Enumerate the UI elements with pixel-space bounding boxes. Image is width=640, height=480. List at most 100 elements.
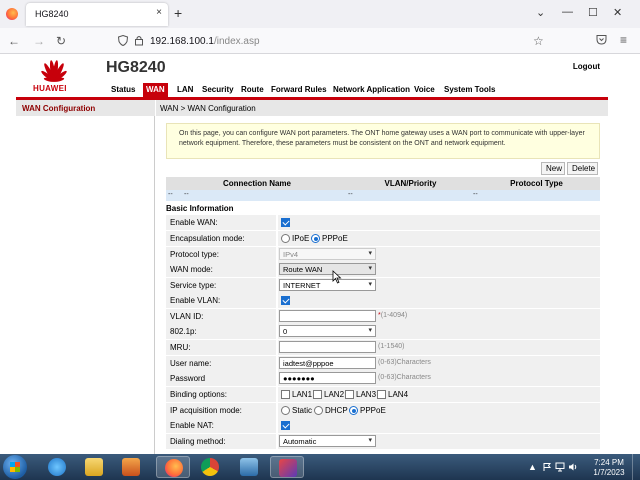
form-row-8021p: 802.1p: 0 ▾: [166, 324, 600, 340]
enable-nat-checkbox[interactable]: [281, 421, 290, 430]
menu-route[interactable]: Route: [238, 83, 267, 97]
delete-button[interactable]: Delete: [567, 162, 598, 175]
enable-wan-label: Enable WAN:: [166, 215, 276, 230]
breadcrumb: WAN > WAN Configuration: [156, 100, 608, 116]
lan1-label: LAN1: [292, 390, 313, 399]
protocol-type-label: Protocol type:: [166, 247, 276, 262]
static-radio[interactable]: [281, 406, 290, 415]
media-player-icon: [122, 458, 140, 476]
start-button[interactable]: [3, 455, 27, 479]
pppoe-label: PPPoE: [322, 234, 348, 243]
password-label: Password: [166, 371, 276, 386]
maximize-icon[interactable]: ☐: [588, 6, 598, 19]
new-tab-button[interactable]: +: [174, 5, 182, 21]
url-path: /index.asp: [213, 36, 260, 47]
protocol-type-select[interactable]: IPv4 ▾: [279, 248, 376, 260]
reload-icon[interactable]: ↻: [56, 34, 66, 48]
user-name-input[interactable]: iadtest@pppoe: [279, 357, 376, 369]
menu-wan[interactable]: WAN: [143, 83, 168, 97]
form-row-enable-nat: Enable NAT:: [166, 418, 600, 434]
brand-name: HUAWEI: [33, 84, 67, 93]
table-row[interactable]: -- -- -- --: [166, 190, 600, 201]
sidebar-item-wan-configuration[interactable]: WAN Configuration: [16, 100, 155, 116]
enable-wan-checkbox[interactable]: [281, 218, 290, 227]
clock[interactable]: 7:24 PM 1/7/2023: [589, 458, 629, 478]
dhcp-radio[interactable]: [314, 406, 323, 415]
lan4-checkbox[interactable]: [377, 390, 386, 399]
back-icon[interactable]: ←: [8, 34, 20, 48]
menu-forward-rules[interactable]: Forward Rules: [268, 83, 330, 97]
taskbar: ▲ 7:24 PM 1/7/2023: [0, 454, 640, 480]
taskbar-chrome[interactable]: [193, 456, 227, 478]
wan-mode-select[interactable]: Route WAN ▾: [279, 263, 376, 275]
taskbar-screen-recorder[interactable]: [270, 456, 304, 478]
ipoe-label: IPoE: [292, 234, 310, 243]
browser-tabbar: HG8240 × + ⌄ — ☐ ✕: [0, 0, 640, 28]
tray-expand-icon[interactable]: ▲: [528, 462, 537, 472]
taskbar-firefox[interactable]: [156, 456, 190, 478]
form-row-protocol-type: Protocol type: IPv4 ▾: [166, 247, 600, 263]
network-icon[interactable]: [555, 462, 565, 472]
dialing-select[interactable]: Automatic ▾: [279, 435, 376, 447]
lock-icon[interactable]: [134, 35, 144, 46]
menu-system-tools[interactable]: System Tools: [441, 83, 498, 97]
menu-lan[interactable]: LAN: [174, 83, 196, 97]
pppoe-radio[interactable]: [311, 234, 320, 243]
browser-tab[interactable]: HG8240 ×: [26, 3, 168, 26]
taskbar-ie[interactable]: [40, 456, 74, 478]
new-button[interactable]: New: [541, 162, 565, 175]
menu-status[interactable]: Status: [108, 83, 138, 97]
ipoe-radio[interactable]: [281, 234, 290, 243]
lan3-checkbox[interactable]: [345, 390, 354, 399]
taskbar-network-app[interactable]: [232, 456, 266, 478]
column-vlan-priority: VLAN/Priority: [384, 179, 437, 188]
address-bar[interactable]: 192.168.100.1/index.asp: [150, 36, 260, 47]
priority-select[interactable]: 0 ▾: [279, 325, 376, 337]
menu-security[interactable]: Security: [199, 83, 237, 97]
taskbar-explorer[interactable]: [77, 456, 111, 478]
password-hint: (0-63)Characters: [378, 374, 431, 381]
form-row-enable-vlan: Enable VLAN:: [166, 293, 600, 309]
enable-vlan-checkbox[interactable]: [281, 296, 290, 305]
clock-date: 1/7/2023: [593, 468, 625, 477]
service-type-select[interactable]: INTERNET ▾: [279, 279, 376, 291]
password-input[interactable]: ●●●●●●●: [279, 372, 376, 384]
firefox-icon: [6, 8, 18, 20]
dhcp-label: DHCP: [325, 406, 348, 415]
main-content: On this page, you can configure WAN port…: [156, 116, 608, 454]
mru-input[interactable]: [279, 341, 376, 353]
chevron-down-icon: ▾: [368, 281, 372, 288]
column-protocol-type: Protocol Type: [510, 179, 563, 188]
taskbar-media-player[interactable]: [114, 456, 148, 478]
url-host: 192.168.100.1: [150, 36, 214, 47]
service-type-value: INTERNET: [283, 281, 321, 290]
table-header: Connection Name VLAN/Priority Protocol T…: [166, 177, 600, 190]
show-desktop-button[interactable]: [632, 454, 640, 480]
pocket-icon[interactable]: [596, 34, 607, 45]
tab-close-icon[interactable]: ×: [156, 7, 162, 18]
shield-icon[interactable]: [118, 35, 128, 46]
list-tabs-icon[interactable]: ⌄: [536, 6, 545, 19]
hamburger-menu-icon[interactable]: ≡: [620, 33, 627, 47]
forward-icon[interactable]: →: [33, 34, 45, 48]
chevron-down-icon: ▾: [368, 250, 372, 257]
lan1-checkbox[interactable]: [281, 390, 290, 399]
lan4-label: LAN4: [388, 390, 409, 399]
chrome-icon: [201, 458, 219, 476]
user-name-label: User name:: [166, 356, 276, 371]
menu-network-application[interactable]: Network Application: [330, 83, 413, 97]
lan2-checkbox[interactable]: [313, 390, 322, 399]
logout-link[interactable]: Logout: [573, 62, 600, 71]
vlan-id-input[interactable]: [279, 310, 376, 322]
menu-voice[interactable]: Voice: [411, 83, 438, 97]
dialing-label: Dialing method:: [166, 434, 276, 449]
pppoe-mode-radio[interactable]: [349, 406, 358, 415]
form-row-enable-wan: Enable WAN:: [166, 215, 600, 231]
bookmark-star-icon[interactable]: ☆: [533, 34, 544, 48]
close-window-icon[interactable]: ✕: [613, 6, 622, 19]
flag-icon[interactable]: [542, 462, 552, 472]
form-row-mru: MRU: (1-1540): [166, 340, 600, 356]
volume-icon[interactable]: [568, 462, 578, 472]
tab-title: HG8240: [35, 9, 69, 19]
minimize-icon[interactable]: —: [562, 6, 573, 18]
